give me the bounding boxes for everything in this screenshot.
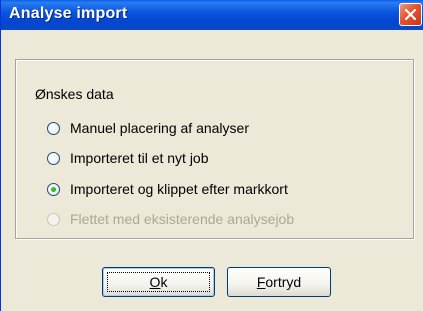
radio-button[interactable] [47, 151, 60, 165]
cancel-button-label: Fortryd [257, 274, 301, 290]
group-caption: Ønskes data [35, 86, 114, 102]
radio-label[interactable]: Manuel placering af analyser [70, 120, 249, 136]
ok-button[interactable]: Ok [102, 267, 215, 297]
radio-option-clipped[interactable]: Importeret og klippet efter markkort [47, 180, 288, 198]
ok-label-rest: k [160, 274, 168, 290]
radio-button[interactable] [47, 121, 60, 135]
cancel-button[interactable]: Fortryd [227, 267, 331, 297]
radio-button-selected[interactable] [47, 182, 60, 196]
close-button[interactable] [399, 3, 422, 26]
cancel-label-rest: ortryd [265, 274, 302, 290]
radio-label[interactable]: Importeret og klippet efter markkort [70, 181, 288, 197]
title-bar[interactable]: Analyse import [1, 0, 423, 30]
ok-button-label: Ok [150, 274, 168, 290]
dialog-window: Analyse import Ønskes data Manuel placer… [0, 0, 423, 311]
radio-option-manual[interactable]: Manuel placering af analyser [47, 119, 249, 137]
ok-mnemonic: O [149, 274, 161, 290]
radio-option-new-job[interactable]: Importeret til et nyt job [47, 149, 209, 167]
window-title: Analyse import [9, 5, 128, 22]
close-icon [405, 9, 416, 20]
radio-option-merged: Flettet med eksisterende analysejob [47, 210, 294, 228]
radio-label-disabled: Flettet med eksisterende analysejob [70, 211, 295, 227]
radio-label[interactable]: Importeret til et nyt job [70, 150, 209, 166]
radio-button-disabled [47, 212, 60, 226]
